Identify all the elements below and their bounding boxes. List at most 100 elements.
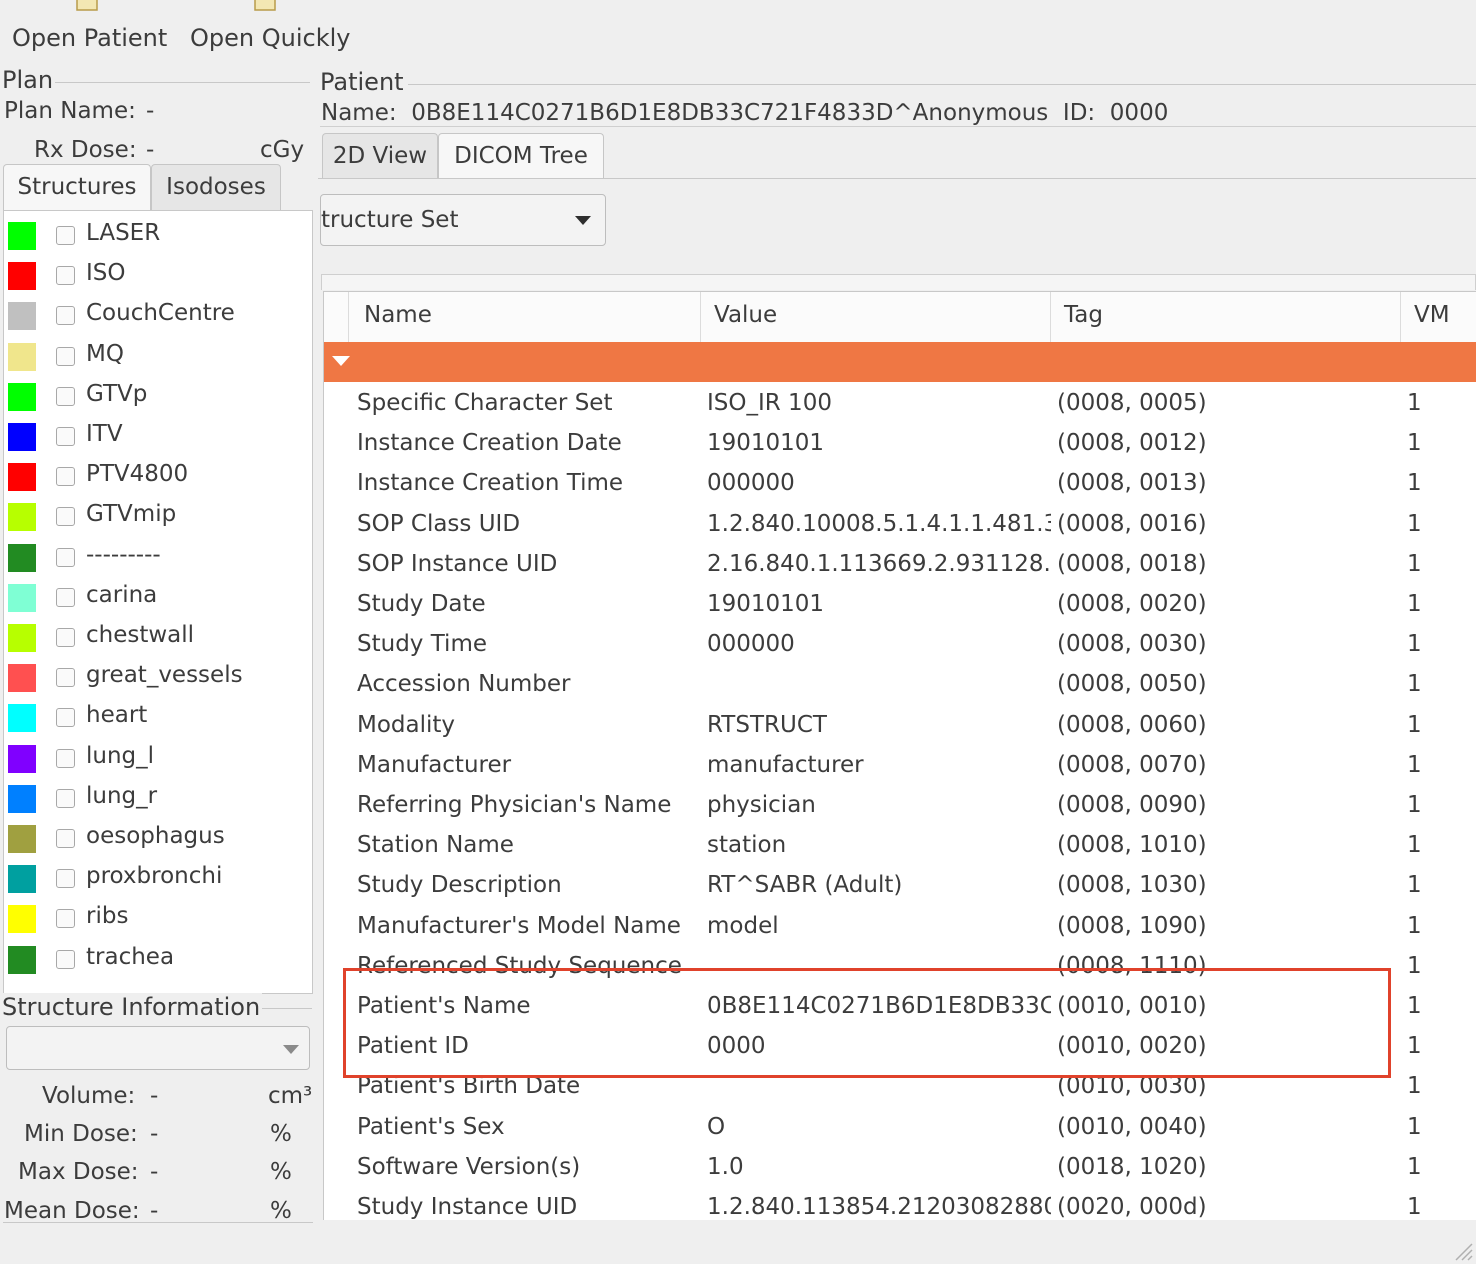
- list-item[interactable]: ---------: [4, 538, 304, 578]
- dicom-vm-cell: 1: [1407, 1073, 1422, 1100]
- table-row[interactable]: Manufacturer manufacturer (0008, 0070) 1: [324, 746, 1476, 786]
- list-item[interactable]: ITV: [4, 417, 304, 457]
- structure-color-swatch: [8, 784, 36, 813]
- dicom-value-cell: RTSTRUCT: [707, 711, 827, 738]
- dicom-name-cell: Accession Number: [357, 671, 571, 698]
- dicom-tag-cell: (0008, 1030): [1057, 872, 1207, 899]
- list-item[interactable]: GTVmip: [4, 497, 304, 537]
- dicom-value-cell: 2.16.840.1.113669.2.931128.9: [707, 550, 1051, 577]
- plan-name-value: -: [146, 98, 155, 124]
- structure-color-swatch: [8, 543, 36, 572]
- list-item[interactable]: LASER: [4, 216, 304, 256]
- table-row[interactable]: Instance Creation Time 000000 (0008, 0013)…: [324, 464, 1476, 504]
- structure-visibility-checkbox[interactable]: [56, 748, 75, 768]
- structure-visibility-checkbox[interactable]: [56, 628, 75, 647]
- structure-name: GTVp: [86, 380, 148, 407]
- table-row[interactable]: SOP Class UID 1.2.840.10008.5.1.4.1.1.481…: [324, 505, 1476, 545]
- list-item[interactable]: oesophagus: [4, 819, 304, 859]
- table-row[interactable]: Instance Creation Date 19010101 (0008, 001…: [324, 424, 1476, 464]
- list-item[interactable]: MQ: [4, 337, 304, 377]
- table-row[interactable]: Modality RTSTRUCT (0008, 0060) 1: [324, 706, 1476, 746]
- structures-list[interactable]: LASER ISO CouchCentre MQ GTVp ITV PTV4800 GTVmi…: [3, 210, 313, 994]
- structure-visibility-checkbox[interactable]: [56, 427, 75, 446]
- dicom-value-cell: 000000: [707, 470, 795, 497]
- structure-visibility-checkbox[interactable]: [56, 788, 75, 808]
- structure-visibility-checkbox[interactable]: [56, 507, 75, 527]
- list-item[interactable]: PTV4800: [4, 457, 304, 497]
- list-item[interactable]: ribs: [4, 899, 304, 939]
- table-row[interactable]: Study Date 19010101 (0008, 0020) 1: [324, 585, 1476, 625]
- selected-root-row[interactable]: [324, 342, 1476, 382]
- list-item[interactable]: trachea: [4, 940, 304, 980]
- dicom-tag-cell: (0010, 0040): [1057, 1113, 1207, 1140]
- dicom-tree-table[interactable]: Name Value Tag VM Specific Character Set…: [323, 291, 1476, 1220]
- structure-name: ITV: [86, 421, 123, 447]
- structure-visibility-checkbox[interactable]: [56, 909, 75, 929]
- structure-color-swatch: [8, 503, 36, 532]
- tab-structures[interactable]: Structures: [3, 164, 151, 210]
- table-row[interactable]: Study Instance UID 1.2.840.113854.2120308…: [324, 1188, 1476, 1220]
- max-dose-label: Max Dose:: [18, 1159, 139, 1185]
- table-row[interactable]: Referring Physician's Name physician (0008…: [324, 786, 1476, 826]
- resize-grip-icon[interactable]: [1448, 1236, 1474, 1262]
- column-header-name[interactable]: Name: [364, 302, 432, 328]
- list-item[interactable]: chestwall: [4, 618, 304, 658]
- structure-visibility-checkbox[interactable]: [56, 949, 75, 969]
- list-item[interactable]: ISO: [4, 256, 304, 296]
- dicom-vm-cell: 1: [1407, 390, 1422, 416]
- table-row[interactable]: Software Version(s) 1.0 (0018, 1020) 1: [324, 1148, 1476, 1188]
- structure-color-swatch: [8, 583, 36, 612]
- table-row[interactable]: Station Name station (0008, 1010) 1: [324, 826, 1476, 866]
- structure-visibility-checkbox[interactable]: [56, 306, 75, 326]
- table-row[interactable]: Study Time 000000 (0008, 0030) 1: [324, 625, 1476, 665]
- dicom-vm-cell: 1: [1407, 792, 1422, 818]
- tab-isodoses[interactable]: Isodoses: [151, 164, 281, 210]
- structure-select[interactable]: [6, 1026, 310, 1070]
- table-row[interactable]: Manufacturer's Model Name model (0008, 109…: [324, 907, 1476, 947]
- structure-visibility-checkbox[interactable]: [56, 346, 75, 366]
- tab-2d-view[interactable]: 2D View: [322, 133, 438, 179]
- table-row[interactable]: Patient's Sex O (0010, 0040) 1: [324, 1108, 1476, 1148]
- dicom-tag-cell: (0008, 1010): [1057, 832, 1207, 859]
- expand-arrow-icon[interactable]: [332, 356, 350, 366]
- structure-visibility-checkbox[interactable]: [56, 668, 75, 688]
- open-quickly-button[interactable]: Open Quickly: [188, 0, 350, 62]
- list-item[interactable]: CouchCentre: [4, 296, 304, 336]
- table-row[interactable]: Specific Character Set ISO_IR 100 (0008, 0…: [324, 384, 1476, 424]
- structure-visibility-checkbox[interactable]: [56, 467, 75, 487]
- open-quickly-icon: [254, 0, 276, 11]
- dicom-tag-cell: (0008, 0030): [1057, 631, 1207, 658]
- list-item[interactable]: great_vessels: [4, 658, 304, 698]
- structure-visibility-checkbox[interactable]: [56, 226, 75, 245]
- list-item[interactable]: heart: [4, 698, 304, 738]
- patient-group-title: Patient: [320, 68, 406, 96]
- column-header-vm[interactable]: VM: [1414, 302, 1450, 328]
- column-header-tag[interactable]: Tag: [1064, 302, 1103, 328]
- dicom-vm-cell: 1: [1407, 591, 1422, 617]
- structure-visibility-checkbox[interactable]: [56, 587, 75, 607]
- list-item[interactable]: carina: [4, 578, 304, 618]
- dicom-value-cell: 19010101: [707, 591, 825, 617]
- structure-visibility-checkbox[interactable]: [56, 708, 75, 728]
- table-row[interactable]: Accession Number (0008, 0050) 1: [324, 665, 1476, 705]
- table-row[interactable]: SOP Instance UID 2.16.840.1.113669.2.9311…: [324, 545, 1476, 585]
- dicom-tag-cell: (0008, 0012): [1057, 430, 1207, 457]
- list-item[interactable]: proxbronchi: [4, 859, 304, 899]
- dicom-name-cell: Instance Creation Time: [357, 470, 624, 497]
- structure-visibility-checkbox[interactable]: [56, 386, 75, 406]
- header-separator: [700, 292, 701, 342]
- structure-visibility-checkbox[interactable]: [56, 547, 75, 567]
- dicom-object-select[interactable]: tructure Set: [320, 194, 606, 246]
- list-item[interactable]: GTVp: [4, 377, 304, 417]
- dicom-value-cell: 1.0: [707, 1153, 744, 1180]
- structure-visibility-checkbox[interactable]: [56, 829, 75, 848]
- column-header-value[interactable]: Value: [714, 302, 777, 328]
- structure-visibility-checkbox[interactable]: [56, 266, 75, 286]
- list-item[interactable]: lung_r: [4, 779, 304, 819]
- open-patient-button[interactable]: Open Patient: [10, 0, 170, 62]
- table-row[interactable]: Study Description RT^SABR (Adult) (0008, 1…: [324, 866, 1476, 906]
- tab-dicom-tree[interactable]: DICOM Tree: [438, 133, 604, 179]
- structure-visibility-checkbox[interactable]: [56, 869, 75, 889]
- list-item[interactable]: lung_l: [4, 739, 304, 779]
- volume-unit: cm³: [268, 1083, 312, 1109]
